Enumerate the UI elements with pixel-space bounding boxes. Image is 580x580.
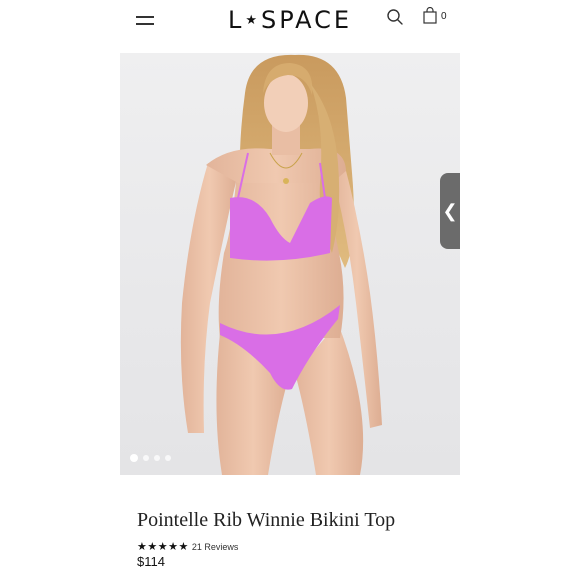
product-price: $114 xyxy=(137,554,165,569)
product-rating: ★★★★★ 21 Reviews xyxy=(137,540,238,553)
bag-icon[interactable] xyxy=(423,7,437,24)
brand-logo[interactable]: L★SPACE xyxy=(0,6,580,34)
carousel-dot-3[interactable] xyxy=(154,455,160,461)
logo-word-space: SPACE xyxy=(260,6,353,34)
carousel-dot-1[interactable] xyxy=(130,454,138,462)
chevron-left-icon[interactable]: ❮ xyxy=(440,173,460,249)
product-title: Pointelle Rib Winnie Bikini Top xyxy=(137,509,396,531)
carousel-pagination xyxy=(130,454,171,462)
carousel-dot-2[interactable] xyxy=(143,455,149,461)
reviews-link[interactable]: 21 Reviews xyxy=(192,542,239,552)
cart-count: 0 xyxy=(441,11,447,22)
product-photo xyxy=(180,54,382,475)
site-header: L★SPACE 0 xyxy=(0,0,580,44)
product-image-carousel[interactable] xyxy=(120,53,460,475)
carousel-dot-4[interactable] xyxy=(165,455,171,461)
logo-star-icon: ★ xyxy=(245,13,260,28)
star-rating-icon: ★★★★★ xyxy=(137,541,189,553)
search-icon[interactable] xyxy=(386,8,404,26)
logo-letter-l: L xyxy=(227,6,245,34)
